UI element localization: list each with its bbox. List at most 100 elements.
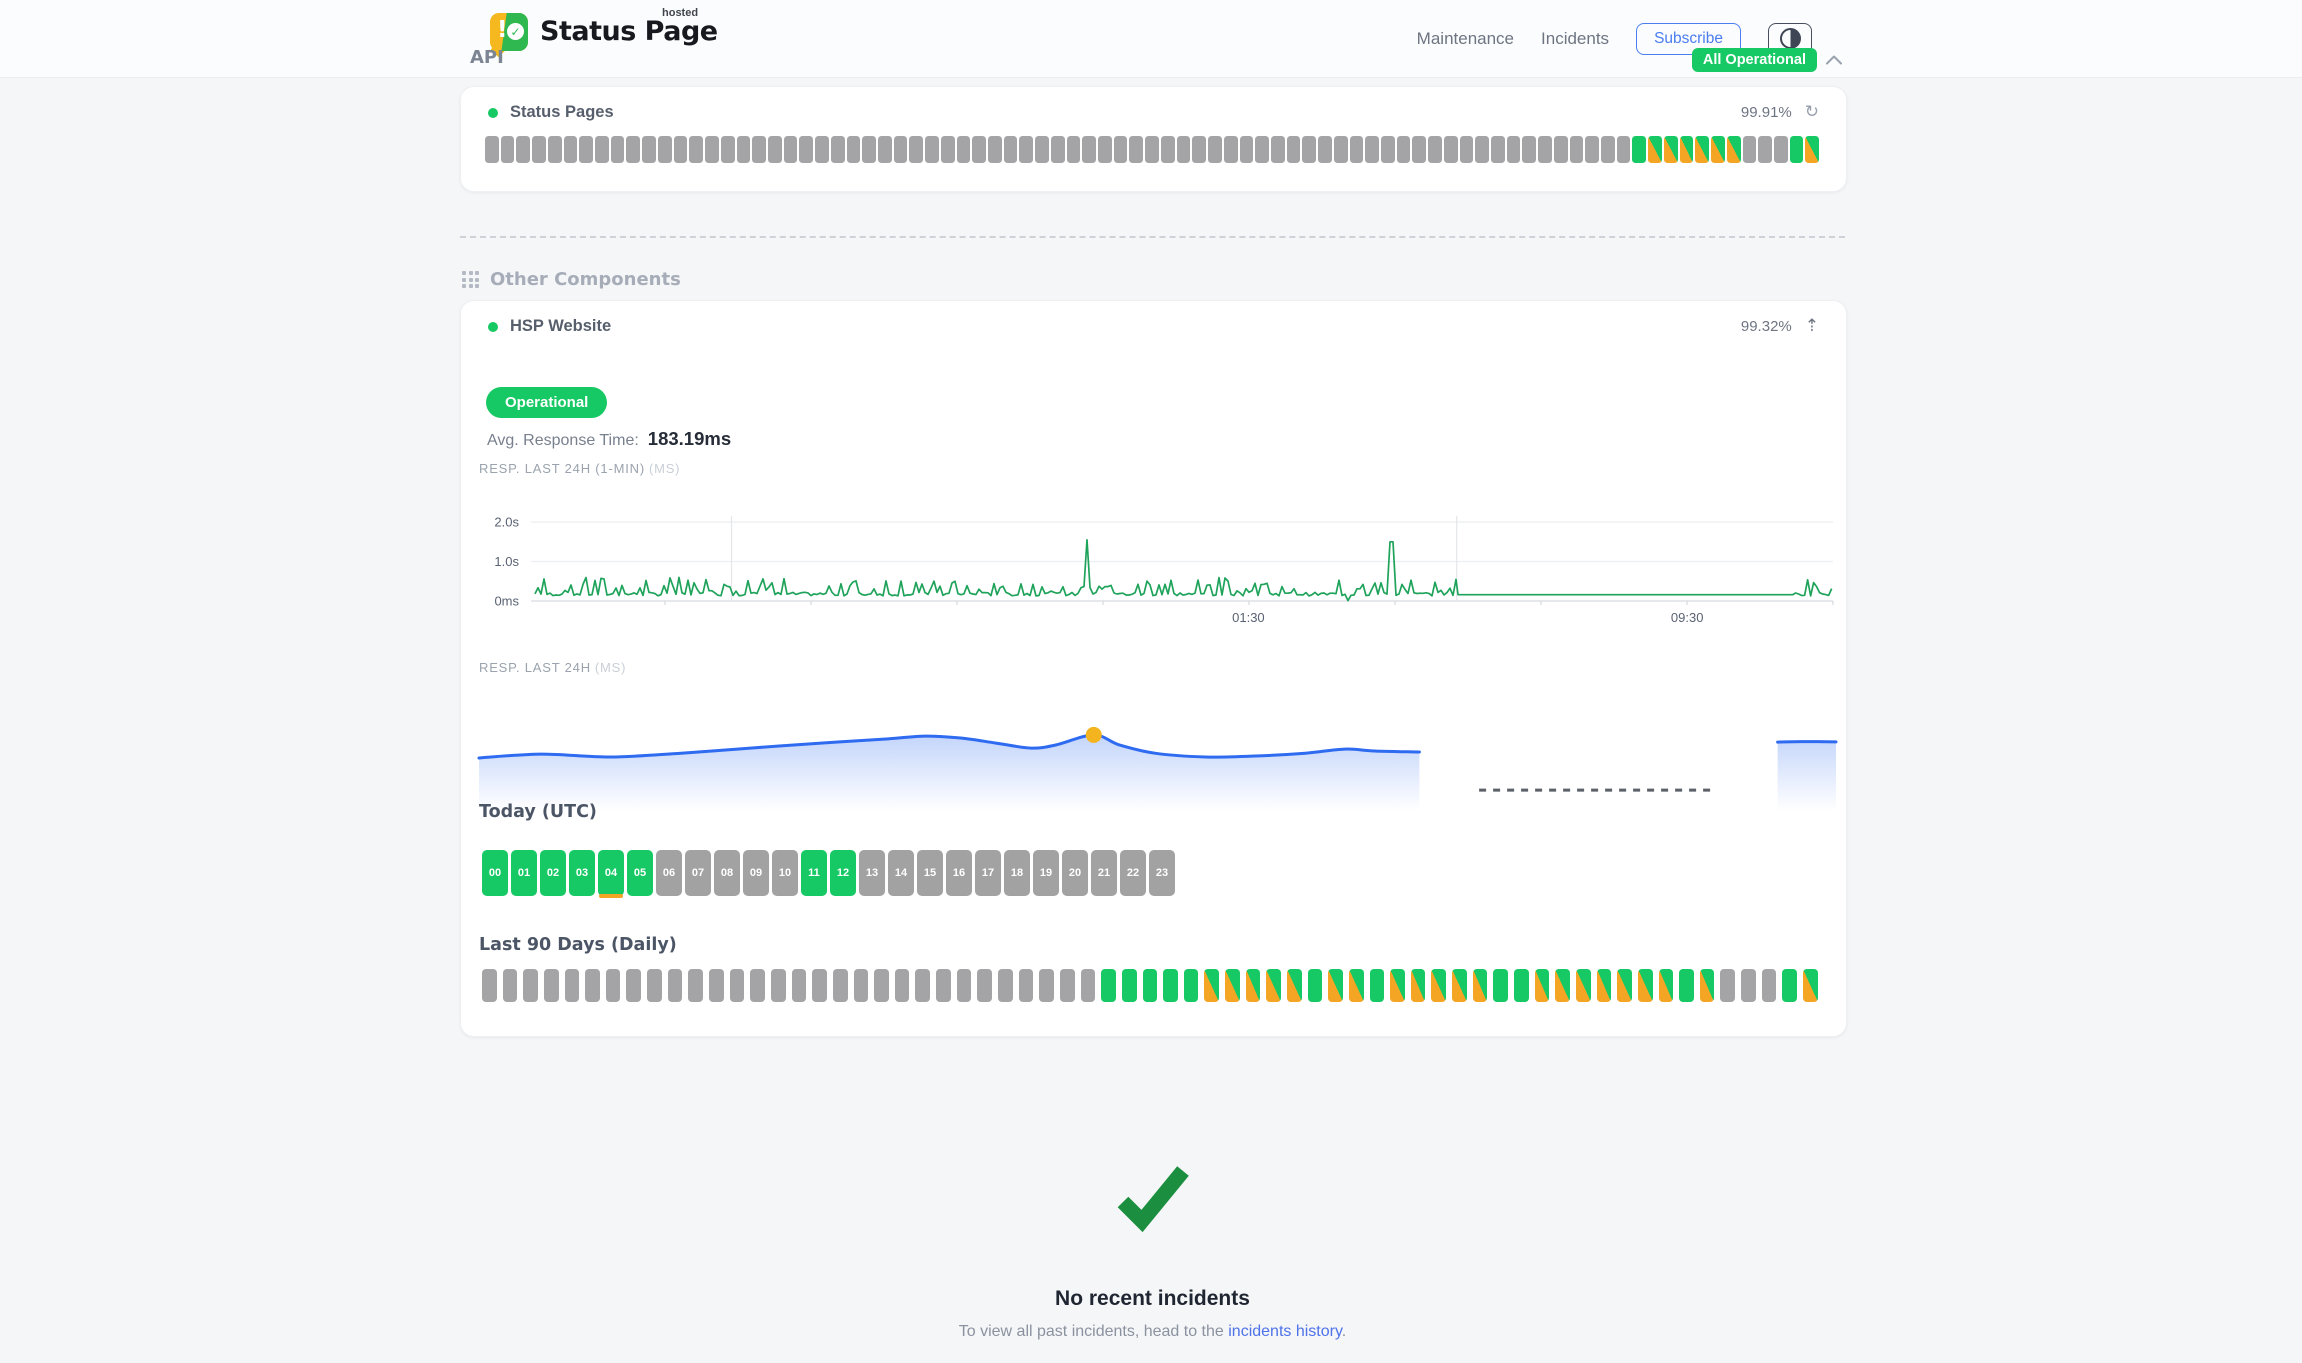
hour-block-01[interactable]: 01: [511, 850, 537, 896]
hour-block-22[interactable]: 22: [1120, 850, 1146, 896]
uptime-bar[interactable]: [611, 136, 625, 163]
uptime-bar[interactable]: [1129, 136, 1143, 163]
hour-block-10[interactable]: 10: [772, 850, 798, 896]
uptime-bar[interactable]: [1081, 969, 1096, 1002]
uptime-bar[interactable]: [1225, 969, 1240, 1002]
uptime-bar[interactable]: [564, 136, 578, 163]
uptime-bar[interactable]: [1039, 969, 1054, 1002]
hour-block-14[interactable]: 14: [888, 850, 914, 896]
uptime-bar[interactable]: [895, 969, 910, 1002]
uptime-bar[interactable]: [988, 136, 1002, 163]
uptime-bar[interactable]: [1741, 969, 1756, 1002]
uptime-bar[interactable]: [579, 136, 593, 163]
uptime-bar[interactable]: [1428, 136, 1442, 163]
uptime-bar[interactable]: [1051, 136, 1065, 163]
uptime-bar[interactable]: [523, 969, 538, 1002]
uptime-bar[interactable]: [854, 969, 869, 1002]
uptime-bar[interactable]: [1452, 969, 1467, 1002]
uptime-bar[interactable]: [595, 136, 609, 163]
uptime-bar[interactable]: [1266, 969, 1281, 1002]
uptime-bar[interactable]: [516, 136, 530, 163]
uptime-bar[interactable]: [1035, 136, 1049, 163]
hour-block-02[interactable]: 02: [540, 850, 566, 896]
uptime-bar[interactable]: [626, 969, 641, 1002]
hour-block-06[interactable]: 06: [656, 850, 682, 896]
uptime-bar[interactable]: [647, 969, 662, 1002]
uptime-bar[interactable]: [737, 136, 751, 163]
uptime-bar[interactable]: [1632, 136, 1646, 163]
uptime-bar[interactable]: [1271, 136, 1285, 163]
uptime-bar[interactable]: [1067, 136, 1081, 163]
uptime-bar[interactable]: [812, 969, 827, 1002]
uptime-bar[interactable]: [1177, 136, 1191, 163]
uptime-bar[interactable]: [689, 136, 703, 163]
uptime-bar[interactable]: [833, 969, 848, 1002]
uptime-bar[interactable]: [1019, 136, 1033, 163]
uptime-bar[interactable]: [1554, 136, 1568, 163]
uptime-bar[interactable]: [957, 969, 972, 1002]
hour-block-05[interactable]: 05: [627, 850, 653, 896]
chevron-up-icon[interactable]: [1826, 55, 1842, 65]
uptime-bar[interactable]: [1507, 136, 1521, 163]
uptime-bar[interactable]: [730, 969, 745, 1002]
uptime-bar[interactable]: [1287, 969, 1302, 1002]
hour-block-07[interactable]: 07: [685, 850, 711, 896]
uptime-bar[interactable]: [1803, 969, 1818, 1002]
uptime-bar[interactable]: [658, 136, 672, 163]
uptime-bar[interactable]: [626, 136, 640, 163]
uptime-bar[interactable]: [1576, 969, 1591, 1002]
uptime-bar[interactable]: [1145, 136, 1159, 163]
uptime-bar[interactable]: [799, 136, 813, 163]
uptime-bar[interactable]: [972, 136, 986, 163]
uptime-bar[interactable]: [752, 136, 766, 163]
uptime-bar[interactable]: [1514, 969, 1529, 1002]
highlighted-data-point[interactable]: [1086, 727, 1102, 743]
hour-block-17[interactable]: 17: [975, 850, 1001, 896]
uptime-bar[interactable]: [1255, 136, 1269, 163]
uptime-bar[interactable]: [1695, 136, 1709, 163]
nav-incidents[interactable]: Incidents: [1541, 29, 1609, 49]
uptime-bar[interactable]: [544, 969, 559, 1002]
uptime-bar[interactable]: [532, 136, 546, 163]
uptime-bar[interactable]: [1659, 969, 1674, 1002]
uptime-bar[interactable]: [909, 136, 923, 163]
uptime-bar[interactable]: [705, 136, 719, 163]
uptime-bar[interactable]: [642, 136, 656, 163]
uptime-bar[interactable]: [1349, 969, 1364, 1002]
hour-block-19[interactable]: 19: [1033, 850, 1059, 896]
uptime-bar[interactable]: [668, 969, 683, 1002]
uptime-bar[interactable]: [1184, 969, 1199, 1002]
uptime-bar[interactable]: [1491, 136, 1505, 163]
uptime-bar[interactable]: [1204, 969, 1219, 1002]
hour-block-03[interactable]: 03: [569, 850, 595, 896]
uptime-bar[interactable]: [709, 969, 724, 1002]
uptime-bar[interactable]: [862, 136, 876, 163]
uptime-bar[interactable]: [894, 136, 908, 163]
uptime-bar[interactable]: [1538, 136, 1552, 163]
uptime-bar[interactable]: [1473, 969, 1488, 1002]
uptime-bar[interactable]: [1431, 969, 1446, 1002]
uptime-bar[interactable]: [674, 136, 688, 163]
uptime-bar[interactable]: [1727, 136, 1741, 163]
uptime-bar[interactable]: [1397, 136, 1411, 163]
hour-block-21[interactable]: 21: [1091, 850, 1117, 896]
uptime-bar[interactable]: [750, 969, 765, 1002]
hour-block-12[interactable]: 12: [830, 850, 856, 896]
uptime-bar[interactable]: [1617, 969, 1632, 1002]
uptime-bar[interactable]: [831, 136, 845, 163]
refresh-icon[interactable]: ↻: [1805, 104, 1819, 121]
uptime-bar[interactable]: [1648, 136, 1662, 163]
uptime-bar[interactable]: [485, 136, 499, 163]
uptime-bar[interactable]: [1460, 136, 1474, 163]
hour-block-20[interactable]: 20: [1062, 850, 1088, 896]
uptime-bar[interactable]: [1019, 969, 1034, 1002]
uptime-bar[interactable]: [482, 969, 497, 1002]
uptime-bar[interactable]: [1782, 969, 1797, 1002]
hour-block-00[interactable]: 00: [482, 850, 508, 896]
hour-block-16[interactable]: 16: [946, 850, 972, 896]
uptime-bar[interactable]: [1758, 136, 1772, 163]
uptime-bar[interactable]: [1493, 969, 1508, 1002]
response-time-area-chart[interactable]: [461, 696, 1846, 821]
uptime-bar[interactable]: [501, 136, 515, 163]
uptime-bar[interactable]: [1098, 136, 1112, 163]
